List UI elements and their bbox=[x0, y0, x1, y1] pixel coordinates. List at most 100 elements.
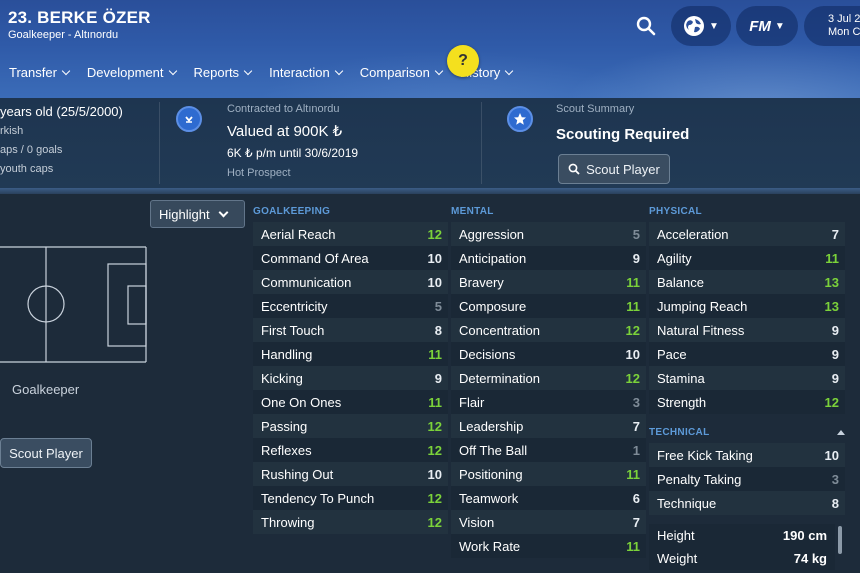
chevron-down-icon bbox=[218, 207, 229, 217]
attribute-row[interactable]: Kicking 9 bbox=[253, 366, 448, 390]
world-menu-button[interactable]: ▼ bbox=[671, 6, 731, 46]
attribute-name: Balance bbox=[657, 274, 704, 290]
fm-menu-button[interactable]: FM ▼ bbox=[736, 6, 798, 46]
attribute-row[interactable]: Off The Ball 1 bbox=[451, 438, 646, 462]
attribute-row[interactable]: Rushing Out 10 bbox=[253, 462, 448, 486]
attribute-row[interactable]: Natural Fitness 9 bbox=[649, 318, 845, 342]
help-button[interactable]: ? bbox=[447, 45, 479, 77]
attribute-row[interactable]: Positioning 11 bbox=[451, 462, 646, 486]
attribute-name: Pace bbox=[657, 346, 687, 362]
attribute-name: Agility bbox=[657, 250, 692, 266]
nav-comparison[interactable]: Comparison bbox=[351, 62, 451, 82]
nav-interaction[interactable]: Interaction bbox=[260, 62, 351, 82]
attribute-name: Teamwork bbox=[459, 490, 519, 506]
nav-development[interactable]: Development bbox=[78, 62, 185, 82]
pitch-diagram bbox=[0, 246, 147, 363]
attribute-row[interactable]: Communication 10 bbox=[253, 270, 448, 294]
attribute-row[interactable]: Eccentricity 5 bbox=[253, 294, 448, 318]
attribute-row[interactable]: Agility 11 bbox=[649, 246, 845, 270]
attribute-row[interactable]: Stamina 9 bbox=[649, 366, 845, 390]
attribute-row[interactable]: Passing 12 bbox=[253, 414, 448, 438]
attribute-name: Natural Fitness bbox=[657, 322, 745, 338]
attribute-name: Aggression bbox=[459, 226, 525, 242]
attribute-row[interactable]: Concentration 12 bbox=[451, 318, 646, 342]
attribute-row[interactable]: Aerial Reach 12 bbox=[253, 222, 448, 246]
attribute-name: Work Rate bbox=[459, 538, 521, 554]
globe-icon bbox=[684, 16, 705, 36]
attribute-name: Decisions bbox=[459, 346, 516, 362]
attribute-row[interactable]: Composure 11 bbox=[451, 294, 646, 318]
attribute-value: 5 bbox=[434, 298, 442, 314]
attribute-row[interactable]: Penalty Taking 3 bbox=[649, 467, 845, 491]
scout-player-button-secondary[interactable]: Scout Player bbox=[0, 438, 92, 468]
attribute-row[interactable]: Teamwork 6 bbox=[451, 486, 646, 510]
attribute-row[interactable]: One On Ones 11 bbox=[253, 390, 448, 414]
attribute-row[interactable]: Leadership 7 bbox=[451, 414, 646, 438]
attribute-row[interactable]: Throwing 12 bbox=[253, 510, 448, 534]
chevron-down-icon bbox=[434, 66, 444, 75]
attribute-row[interactable]: Reflexes 12 bbox=[253, 438, 448, 462]
attribute-row[interactable]: Bravery 11 bbox=[451, 270, 646, 294]
attribute-row[interactable]: Vision 7 bbox=[451, 510, 646, 534]
attribute-name: Anticipation bbox=[459, 250, 527, 266]
attribute-value: 9 bbox=[831, 346, 839, 362]
player-age: years old (25/5/2000) bbox=[0, 104, 123, 119]
attribute-value: 11 bbox=[626, 466, 640, 482]
attribute-row[interactable]: Pace 9 bbox=[649, 342, 845, 366]
attribute-row[interactable]: Free Kick Taking 10 bbox=[649, 443, 845, 467]
attribute-name: Flair bbox=[459, 394, 485, 410]
attribute-row[interactable]: Anticipation 9 bbox=[451, 246, 646, 270]
attribute-row[interactable]: Acceleration 7 bbox=[649, 222, 845, 246]
attribute-value: 9 bbox=[831, 370, 839, 386]
attribute-name: Leadership bbox=[459, 418, 524, 434]
attribute-name: Positioning bbox=[459, 466, 523, 482]
player-caps: aps / 0 goals bbox=[0, 144, 63, 156]
attribute-row[interactable]: Handling 11 bbox=[253, 342, 448, 366]
attribute-row[interactable]: Balance 13 bbox=[649, 270, 845, 294]
attribute-row[interactable]: Determination 12 bbox=[451, 366, 646, 390]
attribute-value: 8 bbox=[831, 495, 839, 511]
player-position-club[interactable]: Goalkeeper - Altınordu bbox=[8, 29, 118, 41]
attribute-name: First Touch bbox=[261, 322, 325, 338]
scout-player-button[interactable]: Scout Player bbox=[558, 154, 670, 184]
attribute-name: Communication bbox=[261, 274, 352, 290]
attribute-row[interactable]: Strength 12 bbox=[649, 390, 845, 414]
attribute-name: Off The Ball bbox=[459, 442, 528, 458]
attribute-row[interactable]: Flair 3 bbox=[451, 390, 646, 414]
scrollbar-thumb[interactable] bbox=[838, 526, 842, 554]
attribute-row[interactable]: Aggression 5 bbox=[451, 222, 646, 246]
attribute-value: 6 bbox=[632, 490, 640, 506]
chevron-down-icon bbox=[61, 66, 71, 75]
search-button[interactable] bbox=[628, 8, 664, 44]
attribute-row[interactable]: Command Of Area 10 bbox=[253, 246, 448, 270]
player-position-label: Goalkeeper bbox=[12, 382, 80, 397]
attribute-row[interactable]: Technique 8 bbox=[649, 491, 845, 515]
attribute-value: 5 bbox=[632, 226, 640, 242]
attribute-value: 10 bbox=[427, 274, 442, 290]
attribute-value: 11 bbox=[825, 250, 839, 266]
attribute-value: 10 bbox=[824, 447, 839, 463]
highlight-dropdown[interactable]: Highlight bbox=[150, 200, 245, 228]
nav-transfer[interactable]: Transfer bbox=[0, 62, 78, 82]
attribute-name: Kicking bbox=[261, 370, 303, 386]
attribute-row[interactable]: Decisions 10 bbox=[451, 342, 646, 366]
date-continue-button[interactable]: 3 Jul 2 Mon C bbox=[804, 6, 860, 46]
attribute-value: 7 bbox=[831, 226, 839, 242]
attribute-row[interactable]: First Touch 8 bbox=[253, 318, 448, 342]
attribute-row[interactable]: Work Rate 11 bbox=[451, 534, 646, 558]
attribute-value: 12 bbox=[625, 370, 640, 386]
collapse-arrow-icon[interactable] bbox=[837, 430, 845, 435]
attribute-value: 13 bbox=[824, 298, 839, 314]
technical-header[interactable]: TECHNICAL bbox=[649, 427, 845, 438]
attribute-name: Jumping Reach bbox=[657, 298, 748, 314]
attribute-value: 3 bbox=[632, 394, 640, 410]
fm-logo: FM bbox=[749, 17, 771, 35]
nav-reports[interactable]: Reports bbox=[185, 62, 261, 82]
weight-value: 74 kg bbox=[793, 551, 827, 566]
height-value: 190 cm bbox=[782, 528, 827, 543]
attribute-row[interactable]: Jumping Reach 13 bbox=[649, 294, 845, 318]
attribute-value: 12 bbox=[427, 226, 442, 242]
attribute-value: 9 bbox=[831, 322, 839, 338]
attribute-row[interactable]: Tendency To Punch 12 bbox=[253, 486, 448, 510]
attribute-value: 12 bbox=[824, 394, 839, 410]
